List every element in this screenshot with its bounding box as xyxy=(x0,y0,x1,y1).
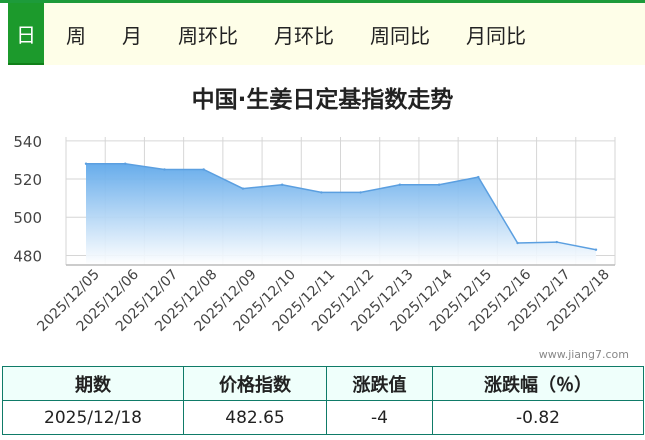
data-point xyxy=(124,162,127,165)
col-header-change-value: 涨跌值 xyxy=(326,366,433,401)
y-tick-label: 520 xyxy=(13,171,42,189)
data-point xyxy=(477,175,480,179)
period-tab-bar: 日 周 月 周环比 月环比 周同比 月同比 xyxy=(8,3,645,65)
data-point xyxy=(516,241,519,245)
tab-month[interactable]: 月 xyxy=(122,3,142,65)
col-header-price-index: 价格指数 xyxy=(183,366,327,401)
tab-week-year-over-year[interactable]: 周同比 xyxy=(370,3,430,65)
y-tick-label: 480 xyxy=(13,247,42,265)
tab-day[interactable]: 日 xyxy=(8,3,44,65)
data-point xyxy=(359,191,362,194)
y-tick-label: 500 xyxy=(13,209,42,227)
y-tick-label: 540 xyxy=(13,133,42,151)
cell-price-index: 482.65 xyxy=(183,400,327,435)
data-point xyxy=(280,183,284,186)
tab-month-year-over-year[interactable]: 月同比 xyxy=(466,3,526,65)
table-header-row: 期数 价格指数 涨跌值 涨跌幅（％） xyxy=(2,366,644,401)
index-summary-table: 期数 价格指数 涨跌值 涨跌幅（％） 2025/12/18 482.65 -4 … xyxy=(2,366,644,435)
tab-week-over-week[interactable]: 周环比 xyxy=(178,3,238,65)
data-point xyxy=(437,183,441,186)
data-point xyxy=(320,191,323,194)
data-point xyxy=(398,183,402,186)
data-point xyxy=(202,168,205,171)
tab-week[interactable]: 周 xyxy=(66,3,86,65)
col-header-period: 期数 xyxy=(2,366,184,401)
table-row: 2025/12/18 482.65 -4 -0.82 xyxy=(2,400,644,435)
data-point xyxy=(84,162,88,165)
tab-month-over-month[interactable]: 月环比 xyxy=(274,3,334,65)
col-header-change-percent: 涨跌幅（％） xyxy=(432,366,644,401)
index-trend-chart: 4805005205402025/12/052025/12/062025/12/… xyxy=(13,133,616,335)
chart-title: 中国·生姜日定基指数走势 xyxy=(191,87,454,113)
data-point xyxy=(555,240,558,244)
cell-period: 2025/12/18 xyxy=(2,400,184,435)
data-point xyxy=(241,187,245,190)
data-point xyxy=(163,168,166,171)
data-point xyxy=(594,248,598,251)
cell-change-percent: -0.82 xyxy=(432,400,644,435)
watermark: www.jiang7.com xyxy=(538,348,629,361)
cell-change-value: -4 xyxy=(326,400,433,435)
